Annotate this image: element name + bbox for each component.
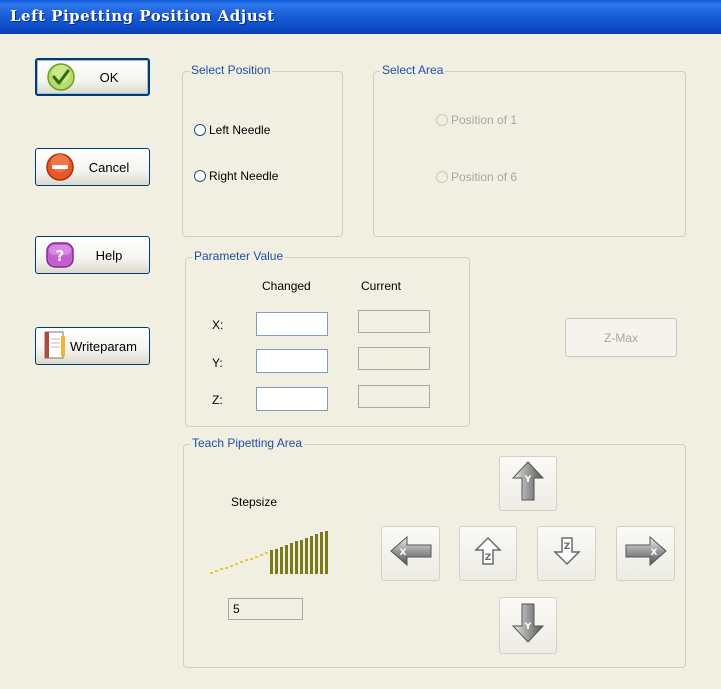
svg-text:?: ? [56, 247, 65, 265]
stepsize-bar [260, 554, 263, 556]
stepsize-bar [275, 549, 278, 574]
ok-button[interactable]: OK [35, 58, 150, 96]
minus-icon [45, 152, 75, 182]
left-needle-label: Left Needle [209, 123, 271, 137]
radio-circle-icon [194, 124, 206, 136]
help-label: Help [95, 247, 123, 263]
x-changed-input[interactable] [256, 312, 328, 336]
stepsize-bar [210, 572, 213, 574]
stepsize-bar [245, 559, 248, 561]
cancel-button[interactable]: Cancel [35, 148, 150, 186]
z-up-icon: Z [473, 535, 503, 572]
radio-circle-icon [436, 114, 448, 126]
stepsize-bar [225, 567, 228, 569]
stepsize-bar [295, 541, 298, 574]
x-current-field [358, 310, 430, 333]
stepsize-bar [240, 561, 243, 563]
help-button[interactable]: ? Help [35, 236, 150, 274]
x-left-icon: X [388, 534, 434, 573]
stepsize-level-indicator[interactable] [208, 530, 330, 576]
position-1-radio[interactable]: Position of 1 [436, 113, 517, 127]
teach-pipetting-title: Teach Pipetting Area [190, 436, 305, 450]
stepsize-bar [290, 543, 293, 574]
stepsize-bar [250, 558, 253, 560]
stepsize-bar [230, 565, 233, 567]
stepsize-bar [285, 545, 288, 574]
stepsize-bar [305, 538, 308, 574]
svg-text:X: X [399, 548, 406, 558]
stepsize-bar [280, 547, 283, 574]
ok-label: OK [99, 69, 119, 85]
z-max-button[interactable]: Z-Max [565, 318, 677, 357]
radio-circle-icon [194, 170, 206, 182]
x-left-button[interactable]: X [381, 526, 440, 581]
z-down-button[interactable]: Z [537, 526, 596, 581]
y-current-field [358, 347, 430, 370]
right-needle-label: Right Needle [209, 169, 279, 183]
x-label: X: [212, 318, 224, 332]
radio-circle-icon [436, 171, 448, 183]
y-changed-input[interactable] [256, 349, 328, 373]
svg-text:Y: Y [524, 622, 532, 632]
checkmark-icon [46, 62, 76, 92]
svg-text:X: X [650, 548, 657, 558]
y-up-icon: Y [510, 459, 546, 508]
stepsize-bar [325, 531, 328, 574]
stepsize-bar [265, 552, 268, 554]
x-right-icon: X [623, 534, 669, 573]
select-position-title: Select Position [189, 63, 273, 77]
right-needle-radio[interactable]: Right Needle [194, 169, 278, 183]
cancel-label: Cancel [88, 159, 130, 175]
document-icon [42, 331, 68, 361]
parameter-value-title: Parameter Value [192, 249, 286, 263]
z-label: Z: [212, 393, 223, 407]
stepsize-value-field: 5 [228, 598, 303, 620]
position-1-label: Position of 1 [451, 113, 518, 127]
changed-header: Changed [262, 279, 311, 293]
left-needle-radio[interactable]: Left Needle [194, 123, 270, 137]
window-title: Left Pipetting Position Adjust [10, 7, 275, 25]
svg-text:Z: Z [485, 553, 492, 563]
current-header: Current [361, 279, 402, 293]
y-up-button[interactable]: Y [499, 456, 557, 511]
y-label: Y: [212, 356, 223, 370]
x-right-button[interactable]: X [616, 526, 675, 581]
select-area-group: Select Area [373, 63, 686, 237]
title-bar: Left Pipetting Position Adjust [0, 0, 721, 34]
select-area-title: Select Area [380, 63, 446, 77]
svg-text:Y: Y [524, 475, 532, 485]
stepsize-bar [215, 570, 218, 572]
z-current-field [358, 385, 430, 408]
svg-text:Z: Z [563, 542, 570, 552]
stepsize-bar [320, 532, 323, 574]
stepsize-bar [300, 540, 303, 574]
stepsize-bar [220, 568, 223, 570]
question-icon: ? [45, 240, 75, 270]
stepsize-bar [315, 534, 318, 574]
stepsize-bar [270, 550, 273, 574]
position-6-radio[interactable]: Position of 6 [436, 170, 517, 184]
y-down-button[interactable]: Y [499, 597, 557, 654]
stepsize-bar [310, 536, 313, 574]
writeparam-label: Writeparam [70, 338, 137, 354]
z-down-icon: Z [552, 535, 582, 572]
writeparam-button[interactable]: Writeparam [35, 327, 150, 365]
select-position-group: Select Position [182, 63, 343, 237]
y-down-icon: Y [510, 601, 546, 650]
stepsize-label: Stepsize [231, 495, 278, 509]
stepsize-bar [235, 563, 238, 565]
z-up-button[interactable]: Z [459, 526, 517, 581]
position-6-label: Position of 6 [451, 170, 518, 184]
z-changed-input[interactable] [256, 387, 328, 411]
stepsize-bar [255, 556, 258, 558]
